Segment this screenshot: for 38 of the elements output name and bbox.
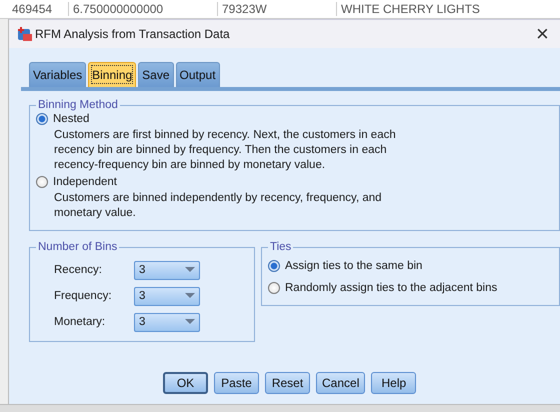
radio-label[interactable]: Independent: [53, 176, 117, 188]
dropdown[interactable]: 3: [134, 260, 200, 280]
radio-button[interactable]: [268, 260, 280, 272]
dialog-button[interactable]: Help: [371, 372, 416, 394]
field-label: Monetary:: [54, 316, 106, 328]
app-icon: [17, 26, 33, 42]
caret-icon: [185, 293, 195, 299]
group-title: Number of Bins: [37, 241, 118, 253]
group-title: Ties: [269, 241, 292, 253]
radio-label[interactable]: Randomly assign ties to the adjacent bins: [285, 282, 498, 294]
option-description: Customers are binned independently by recency, frequency, and monetary value.: [54, 191, 383, 221]
dialog-button[interactable]: OK: [163, 372, 208, 394]
tab[interactable]: Binning: [88, 62, 136, 87]
group-title: Binning Method: [37, 99, 119, 111]
dialog-button[interactable]: Paste: [214, 372, 259, 394]
window-title: RFM Analysis from Transaction Data: [35, 27, 231, 41]
dropdown[interactable]: 3: [134, 286, 200, 306]
radio-button[interactable]: [268, 282, 280, 294]
radio-label[interactable]: Nested: [53, 113, 90, 125]
field-label: Frequency:: [54, 290, 113, 302]
close-icon[interactable]: ×: [536, 23, 560, 45]
caret-icon: [185, 319, 195, 325]
radio-button[interactable]: [36, 113, 48, 125]
sheet-cell: 6.750000000000: [69, 2, 218, 16]
option-description: Customers are first binned by recency. Next, the customers in each recency bin are binned by frequency. Then the customers in each recency-frequency bin are binned by monetary value.: [54, 128, 397, 173]
radio-button[interactable]: [36, 176, 48, 188]
dialog-button[interactable]: Cancel: [316, 372, 366, 394]
field-label: Recency:: [54, 264, 103, 276]
sheet-cell: 469454: [0, 2, 69, 16]
caret-icon: [185, 267, 195, 273]
tab[interactable]: Variables: [29, 62, 86, 87]
dialog-button[interactable]: Reset: [265, 372, 310, 394]
tab[interactable]: Save: [138, 62, 174, 87]
tab[interactable]: Output: [176, 62, 220, 87]
dropdown[interactable]: 3: [134, 312, 200, 332]
sheet-cell: 79323W: [218, 2, 337, 16]
sheet-cell-text: WHITE CHERRY LIGHTS: [340, 2, 481, 16]
radio-label[interactable]: Assign ties to the same bin: [285, 260, 422, 272]
